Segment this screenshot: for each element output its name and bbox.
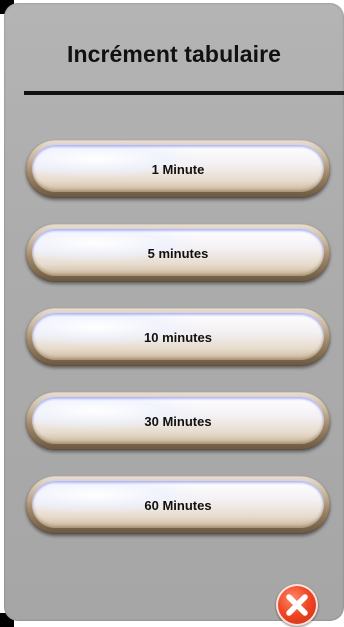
dialog-title: Incrément tabulaire <box>66 41 282 67</box>
option-1-minute-button[interactable]: 1 Minute <box>26 140 330 198</box>
button-label: 30 Minutes <box>144 413 212 429</box>
close-button[interactable] <box>276 584 318 626</box>
button-label: 10 minutes <box>144 329 212 345</box>
option-30-minutes-button[interactable]: 30 Minutes <box>26 392 330 450</box>
title-divider <box>24 91 344 95</box>
button-label: 60 Minutes <box>144 497 212 513</box>
close-icon <box>286 594 308 616</box>
button-label: 5 minutes <box>147 245 209 261</box>
button-label: 1 Minute <box>151 161 205 177</box>
option-10-minutes-button[interactable]: 10 minutes <box>26 308 330 366</box>
option-5-minutes-button[interactable]: 5 minutes <box>26 224 330 282</box>
option-60-minutes-button[interactable]: 60 Minutes <box>26 476 330 534</box>
